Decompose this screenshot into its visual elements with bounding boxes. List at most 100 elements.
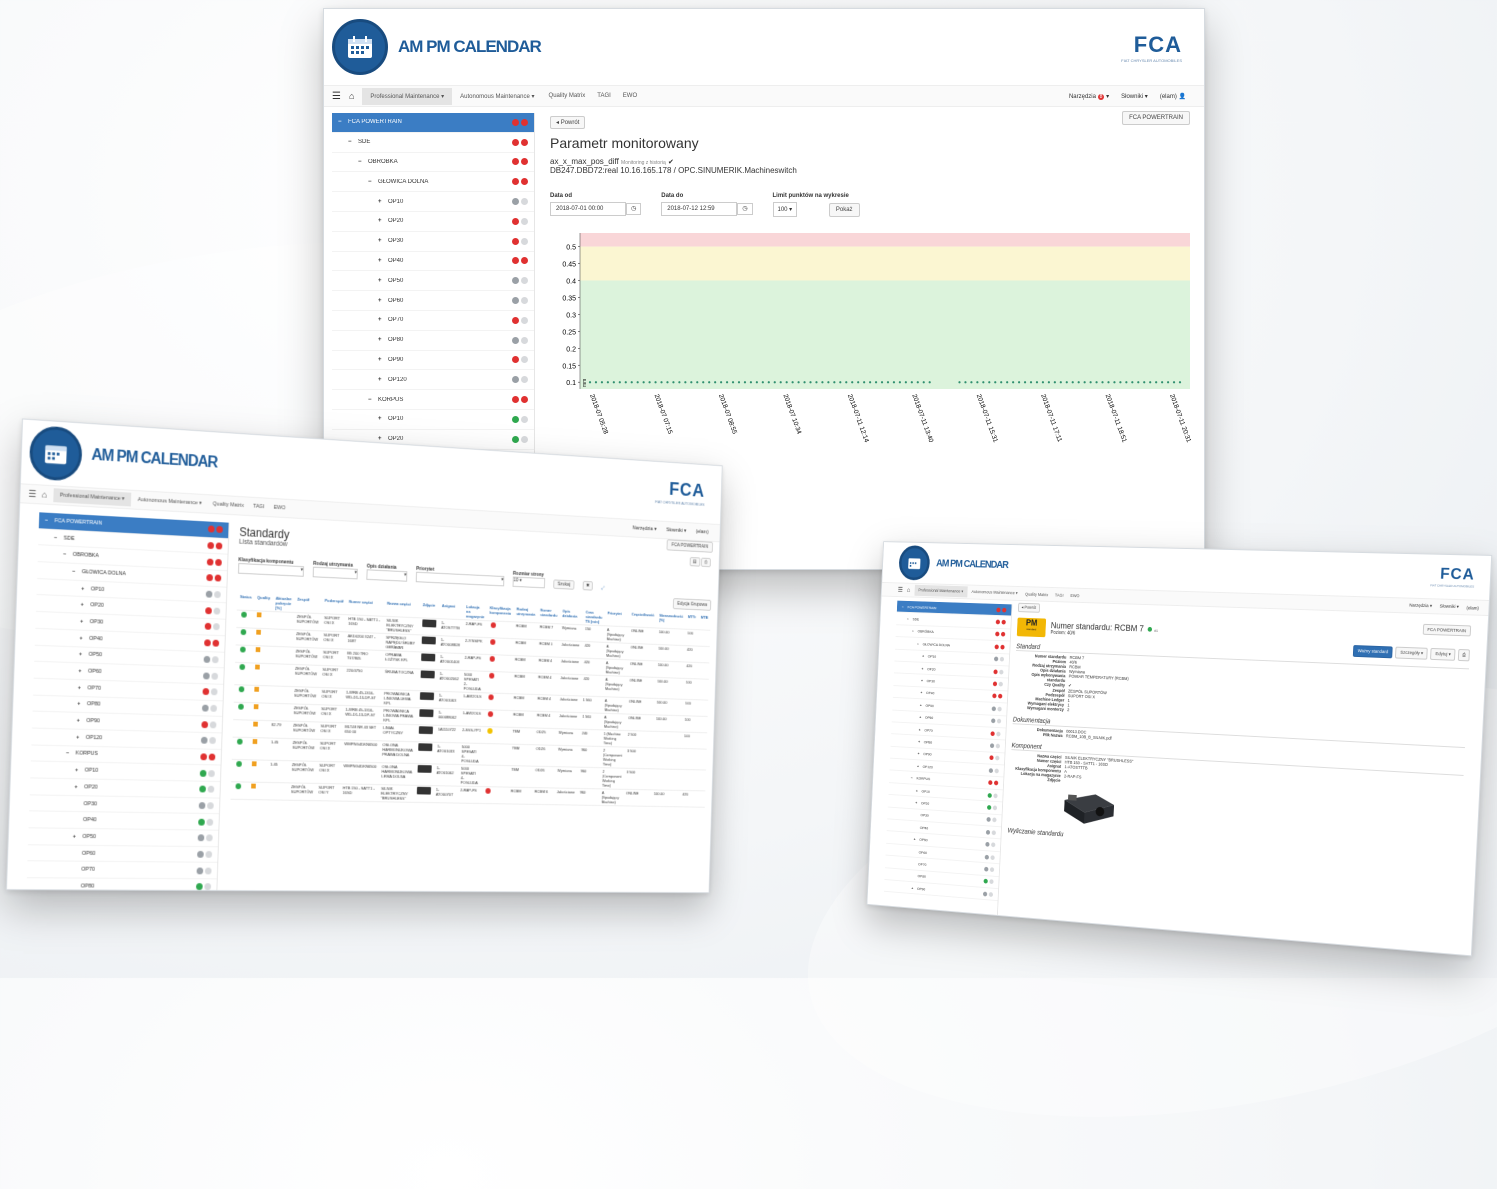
nav-user[interactable]: (elam) <box>696 529 709 535</box>
expand-icon[interactable]: + <box>378 357 388 363</box>
column-header[interactable]: Zdjęcie <box>420 601 440 618</box>
nav-autonomous-maintenance[interactable]: Autonomous Maintenance ▾ <box>452 88 542 105</box>
column-header[interactable]: Status <box>237 593 255 611</box>
home-icon[interactable]: ⌂ <box>907 587 911 593</box>
home-icon[interactable]: ⌂ <box>349 91 354 101</box>
column-header[interactable]: Czas standardu TS [min] <box>583 609 605 626</box>
expand-icon[interactable]: + <box>78 668 88 674</box>
nav-ewo[interactable]: EWO <box>1067 590 1083 601</box>
date-to-input[interactable]: 2018-07-12 12:59 <box>661 202 737 216</box>
expand-icon[interactable]: + <box>78 685 88 691</box>
expand-icon[interactable]: + <box>378 377 388 383</box>
nav-tagi[interactable]: TAGI <box>248 500 269 515</box>
nav-tagi[interactable]: TAGI <box>1051 589 1067 600</box>
action-description-select[interactable]: ▾ <box>366 569 407 581</box>
nav-tools[interactable]: Narzędzia 8 ▾ <box>1069 93 1109 100</box>
tree-item-obróbka[interactable]: −OBRÓBKA <box>332 153 534 173</box>
collapse-icon[interactable]: − <box>368 179 378 185</box>
nav-professional-maintenance[interactable]: Professional Maintenance ▾ <box>362 88 452 105</box>
column-header[interactable]: Niezawodność [%] <box>656 612 685 629</box>
column-header[interactable]: Opis działania <box>560 608 584 625</box>
expand-icon[interactable]: + <box>378 317 388 323</box>
expand-icon[interactable]: + <box>79 652 89 658</box>
collapse-icon[interactable]: − <box>66 751 76 757</box>
clear-icon[interactable]: ✖ <box>583 581 593 591</box>
expand-icon[interactable]: + <box>378 258 388 264</box>
nav-professional-maintenance[interactable]: Professional Maintenance ▾ <box>53 488 132 506</box>
expand-icon[interactable]: + <box>73 834 83 840</box>
tree-item-op10[interactable]: +OP10 <box>332 410 534 430</box>
back-button[interactable]: ◂ Powrót <box>1018 603 1040 613</box>
menu-icon[interactable]: ☰ <box>28 488 36 499</box>
tree-item-fca-powertrain[interactable]: −FCA POWERTRAIN <box>332 113 534 133</box>
component-class-select[interactable]: ▾ <box>238 563 304 577</box>
nav-ewo[interactable]: EWO <box>269 501 290 516</box>
print-icon[interactable]: ⎙ <box>1458 649 1470 661</box>
expand-icon[interactable]: + <box>378 416 388 422</box>
details-button[interactable]: Szczegóły ▾ <box>1395 647 1428 660</box>
collapse-icon[interactable]: − <box>63 552 73 558</box>
tree-item-op10[interactable]: +OP10 <box>332 192 534 212</box>
expand-icon[interactable]: + <box>378 218 388 224</box>
tree-item-op70[interactable]: OP70 <box>27 862 217 880</box>
tree-item-op70[interactable]: +OP70 <box>332 311 534 331</box>
nav-user[interactable]: (elam) 👤 <box>1160 93 1186 100</box>
collapse-icon[interactable]: − <box>54 535 64 541</box>
collapse-icon[interactable]: − <box>348 139 358 145</box>
column-header[interactable]: MTB <box>698 614 711 630</box>
nav-user[interactable]: (elam) <box>1466 605 1479 610</box>
column-header[interactable]: Klasyfikacja komponentu <box>487 604 514 622</box>
nav-autonomous-maintenance[interactable]: Autonomous Maintenance ▾ <box>131 493 209 511</box>
nav-quality-matrix[interactable]: Quality Matrix <box>543 88 592 104</box>
edit-button[interactable]: Edytuj ▾ <box>1430 648 1456 661</box>
nav-ewo[interactable]: EWO <box>617 88 643 104</box>
column-header[interactable]: Rodzaj utrzymania <box>514 606 538 623</box>
tree-item-korpus[interactable]: −KORPUS <box>332 390 534 410</box>
column-header[interactable]: MTTr <box>685 613 698 629</box>
expand-icon[interactable]: + <box>378 199 388 205</box>
column-header[interactable]: Asignat <box>439 602 464 620</box>
expand-icon[interactable]: + <box>74 784 84 790</box>
expand-icon[interactable]: ⤢ <box>601 585 605 591</box>
column-header[interactable]: Numer standardu <box>537 607 560 624</box>
column-header[interactable]: Aktualne pokrycie [%] <box>273 595 295 613</box>
expand-icon[interactable]: + <box>378 436 388 442</box>
tree-item-op50[interactable]: +OP50 <box>332 271 534 291</box>
back-button[interactable]: ◂ Powrót <box>550 116 585 129</box>
limit-select[interactable]: 100 ▾ <box>773 202 798 217</box>
nav-dictionaries[interactable]: Słowniki ▾ <box>666 527 686 534</box>
collapse-icon[interactable]: − <box>368 397 378 403</box>
tree-item-op20[interactable]: +OP20 <box>332 212 534 232</box>
expand-icon[interactable]: + <box>81 586 91 592</box>
expand-icon[interactable]: + <box>77 718 87 724</box>
collapse-icon[interactable]: − <box>72 569 82 575</box>
tree-item-op120[interactable]: +OP120 <box>332 370 534 390</box>
menu-icon[interactable]: ☰ <box>332 91 341 102</box>
column-header[interactable]: Częstotliwość <box>629 611 657 628</box>
file-icon[interactable]: ▤ <box>690 557 701 567</box>
nav-quality-matrix[interactable]: Quality Matrix <box>1022 588 1052 599</box>
tree-item-op80[interactable]: +OP80 <box>332 331 534 351</box>
tree-item-op90[interactable]: +OP90 <box>332 351 534 371</box>
date-from-input[interactable]: 2018-07-01 00:00 <box>550 202 626 216</box>
expand-icon[interactable]: + <box>81 602 91 608</box>
nav-professional-maintenance[interactable]: Professional Maintenance ▾ <box>914 585 968 598</box>
nav-tools[interactable]: Narzędzia ▾ <box>1409 603 1432 610</box>
expand-icon[interactable]: + <box>378 298 388 304</box>
expand-icon[interactable]: + <box>80 619 90 625</box>
nav-tools[interactable]: Narzędzia ▾ <box>633 525 657 532</box>
menu-icon[interactable]: ☰ <box>898 586 903 593</box>
tree-item-op40[interactable]: +OP40 <box>332 252 534 272</box>
show-button[interactable]: Pokaż <box>829 203 860 217</box>
expand-icon[interactable]: + <box>77 701 87 707</box>
column-header[interactable]: Quality <box>254 594 273 612</box>
clock-icon[interactable]: ◷ <box>626 203 641 215</box>
nav-dictionaries[interactable]: Słowniki ▾ <box>1439 604 1459 611</box>
column-header[interactable]: Priorytet <box>605 610 630 627</box>
nav-autonomous-maintenance[interactable]: Autonomous Maintenance ▾ <box>967 586 1022 599</box>
expand-icon[interactable]: + <box>75 767 85 773</box>
clock-icon[interactable]: ◷ <box>737 203 752 215</box>
home-icon[interactable]: ⌂ <box>42 490 48 500</box>
expand-icon[interactable]: + <box>76 734 86 740</box>
expand-icon[interactable]: + <box>378 238 388 244</box>
